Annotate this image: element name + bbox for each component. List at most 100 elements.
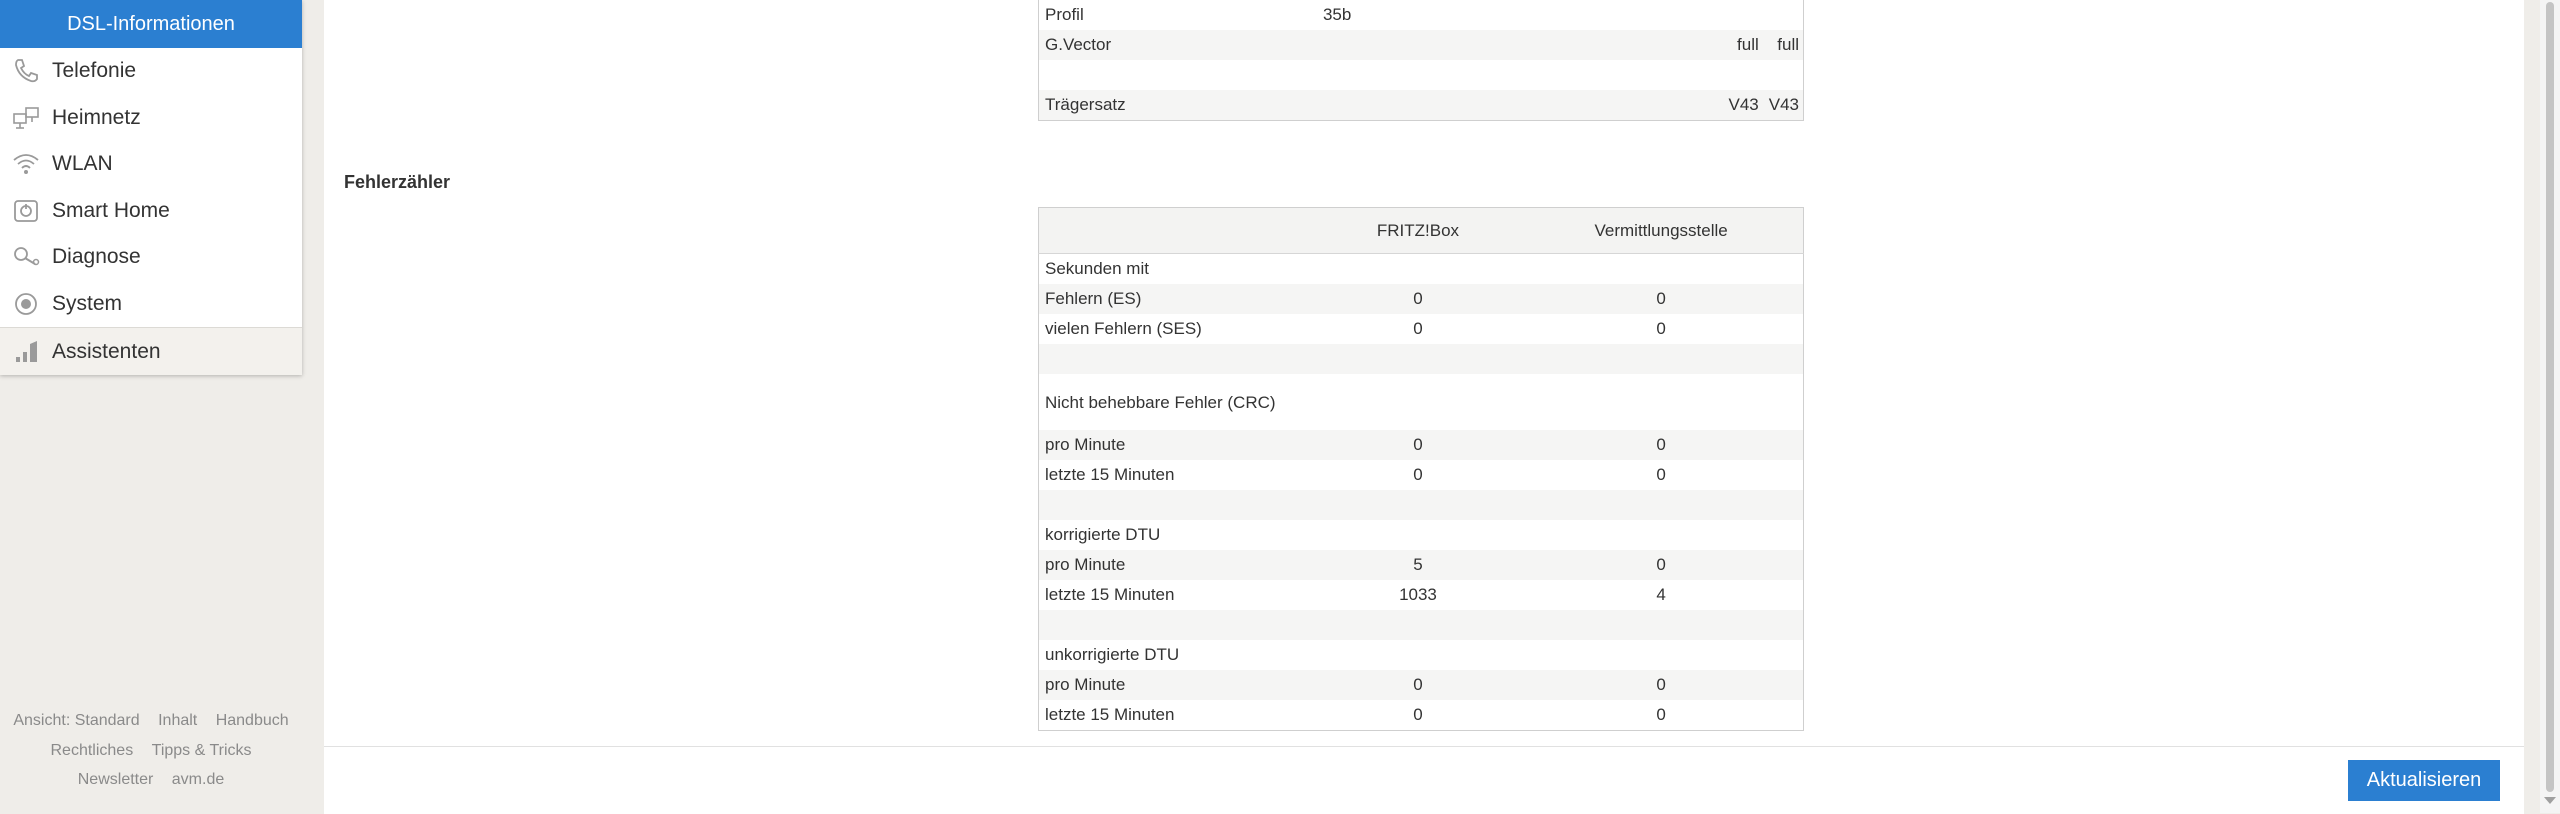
menu-item-label: System [52, 291, 123, 315]
column-header-vermittlungsstelle: Vermittlungsstelle [1519, 207, 1804, 254]
table-row [1039, 60, 1804, 90]
cell-value: 0 [1519, 284, 1804, 314]
menu-subitem-dsl-informationen[interactable]: DSL-Informationen [0, 0, 302, 48]
row-label: Trägersatz [1038, 90, 1299, 121]
cell-value: V43 [1503, 90, 1763, 121]
main-content: Profil 35b G.Vector full full Trägersatz… [324, 0, 2524, 814]
cell-value [1316, 490, 1520, 520]
cell-value: 35b [1322, 5, 1352, 24]
cell-value [1317, 254, 1520, 285]
smarthome-icon [0, 196, 52, 226]
row-label: Sekunden mit [1045, 259, 1149, 278]
vertical-scrollbar[interactable] [2540, 0, 2560, 813]
cell-value [1519, 490, 1804, 520]
cell-value: 1033 [1399, 585, 1437, 604]
table-row [1038, 490, 1804, 520]
footer-link-inhalt[interactable]: Inhalt [158, 712, 197, 729]
row-label: letzte 15 Minuten [1045, 585, 1175, 604]
table-row: Nicht behebbare Fehler (CRC) [1039, 374, 1804, 430]
table-row: G.Vector full full [1038, 30, 1804, 60]
menu-item-wlan[interactable]: WLAN [0, 141, 302, 188]
footer-link-newsletter[interactable]: Newsletter [78, 771, 154, 788]
cell-value: full [1503, 30, 1763, 60]
row-label: korrigierte DTU [1045, 525, 1161, 544]
cell-value: 0 [1413, 319, 1423, 338]
cell-value: 0 [1656, 465, 1666, 484]
row-label: letzte 15 Minuten [1045, 465, 1175, 484]
menu-item-diagnose[interactable]: Diagnose [0, 234, 302, 281]
table-row: letzte 15 Minuten 0 0 [1039, 460, 1804, 490]
cell-value [1316, 344, 1520, 374]
system-icon [0, 289, 52, 319]
footer-link-handbuch[interactable]: Handbuch [216, 712, 289, 729]
scroll-down-arrow-icon[interactable] [2544, 797, 2556, 804]
table-row: letzte 15 Minuten 0 0 [1039, 700, 1804, 731]
cell-value [1317, 374, 1520, 430]
row-label: Profil [1045, 5, 1084, 24]
wizard-icon [0, 337, 52, 367]
table-row: korrigierte DTU [1039, 520, 1804, 550]
cell-value: 0 [1519, 670, 1804, 700]
diagnose-icon [0, 242, 52, 272]
row-label [1038, 610, 1317, 640]
menu-item-label: Heimnetz [52, 105, 141, 129]
cell-value: V43 [1762, 90, 1804, 121]
menu-item-system[interactable]: System [0, 281, 302, 328]
column-header [1038, 207, 1317, 254]
row-label [1039, 60, 1299, 90]
menu-item-label: Assistenten [52, 339, 161, 363]
row-label: unkorrigierte DTU [1045, 645, 1180, 664]
cell-value [1519, 254, 1803, 285]
sidebar: DSL-Informationen Telefonie Heimnetz WLA… [0, 0, 302, 813]
table-row: unkorrigierte DTU [1039, 640, 1804, 670]
row-label: pro Minute [1038, 550, 1317, 580]
row-label [1038, 344, 1317, 374]
menu-item-smart-home[interactable]: Smart Home [0, 188, 302, 235]
section-title-fehlerzaehler: Fehlerzähler [344, 172, 451, 192]
row-label [1038, 490, 1317, 520]
cell-value: 0 [1316, 284, 1520, 314]
row-label: pro Minute [1038, 430, 1317, 460]
table-row: Profil 35b [1039, 0, 1804, 30]
menu-item-assistenten[interactable]: Assistenten [0, 327, 302, 375]
footer-link-rechtliches[interactable]: Rechtliches [50, 742, 133, 759]
cell-value [1298, 90, 1504, 121]
table-row [1038, 344, 1804, 374]
scrollbar-thumb[interactable] [2546, 2, 2554, 792]
cell-value [1519, 344, 1804, 374]
button-bar: Aktualisieren [324, 746, 2524, 814]
wifi-icon [0, 149, 52, 179]
row-label: Nicht behebbare Fehler (CRC) [1045, 392, 1276, 412]
footer-link-ansicht[interactable]: Ansicht: Standard [13, 712, 139, 729]
menu-item-heimnetz[interactable]: Heimnetz [0, 95, 302, 142]
cell-value: 0 [1413, 705, 1423, 724]
cell-value: full [1762, 30, 1804, 60]
footer-link-tipps[interactable]: Tipps & Tricks [152, 742, 252, 759]
line-info-table: Profil 35b G.Vector full full Trägersatz… [1038, 0, 1804, 121]
cell-value: 0 [1316, 670, 1520, 700]
menu-item-telefonie[interactable]: Telefonie [0, 48, 302, 95]
network-icon [0, 103, 52, 133]
row-label: vielen Fehlern (SES) [1045, 319, 1202, 338]
main-menu: DSL-Informationen Telefonie Heimnetz WLA… [0, 0, 302, 375]
cell-value: 0 [1519, 430, 1804, 460]
cell-value [1317, 640, 1520, 670]
sidebar-footer: Ansicht: Standard Inhalt Handbuch Rechtl… [0, 706, 302, 795]
cell-value: 0 [1519, 550, 1804, 580]
footer-link-avm[interactable]: avm.de [172, 771, 224, 788]
table-row: Trägersatz V43 V43 [1038, 90, 1804, 121]
row-label: Fehlern (ES) [1038, 284, 1317, 314]
cell-value [1504, 0, 1763, 30]
cell-value: 0 [1656, 705, 1666, 724]
table-row: vielen Fehlern (SES) 0 0 [1039, 314, 1804, 344]
menu-item-label: Telefonie [52, 59, 137, 83]
cell-value [1519, 374, 1803, 430]
row-label: letzte 15 Minuten [1045, 705, 1175, 724]
row-label: G.Vector [1038, 30, 1299, 60]
refresh-button[interactable]: Aktualisieren [2348, 760, 2500, 801]
table-row: Fehlern (ES) 0 0 [1038, 284, 1804, 314]
cell-value [1317, 520, 1520, 550]
cell-value: 4 [1656, 585, 1666, 604]
cell-value [1504, 60, 1763, 90]
table-row: pro Minute 5 0 [1038, 550, 1804, 580]
